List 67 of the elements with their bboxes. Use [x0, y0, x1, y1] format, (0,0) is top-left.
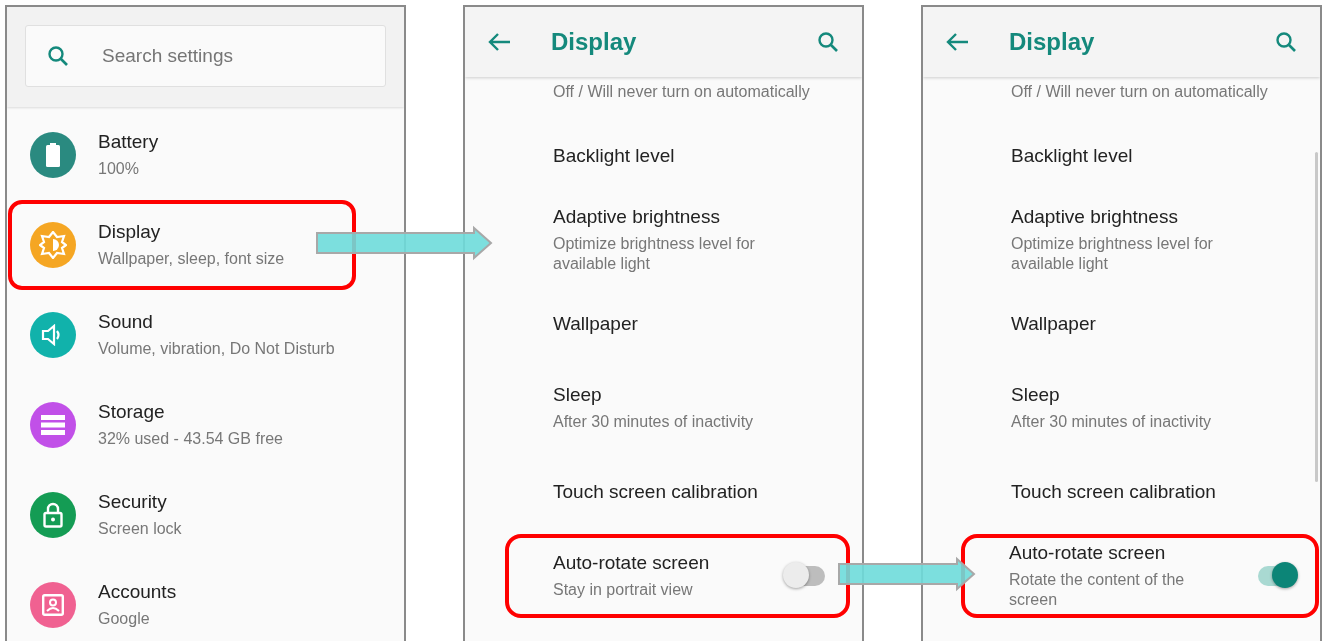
- item-title: Storage: [98, 401, 166, 423]
- item-title: Sleep: [1011, 384, 1061, 406]
- item-title: Sleep: [553, 384, 603, 406]
- search-field[interactable]: Search settings: [100, 44, 344, 68]
- search-icon: [1274, 30, 1298, 54]
- settings-item[interactable]: Storage 32% used - 43.54 GB free: [8, 380, 401, 470]
- item-subtitle: Rotate the content of the screen: [1009, 570, 1186, 610]
- item-title: Sound: [98, 311, 154, 333]
- item-title: Adaptive brightness: [1011, 206, 1179, 228]
- padlock-icon: [43, 502, 63, 528]
- item-subtitle: Volume, vibration, Do Not Disturb: [98, 339, 336, 359]
- search-icon: [46, 44, 70, 68]
- settings-item[interactable]: Auto-rotate screen Rotate the content of the screen: [961, 534, 1319, 618]
- settings-item[interactable]: Touch screen calibration: [963, 450, 1308, 534]
- item-title: Auto-rotate screen: [553, 552, 711, 574]
- settings-item[interactable]: Battery 100%: [8, 110, 401, 200]
- account-icon: [42, 594, 64, 616]
- item-subtitle: Stay in portrait view: [553, 580, 694, 600]
- battery-icon: [46, 143, 60, 167]
- item-subtitle: Optimize brightness level for available light: [1011, 234, 1214, 274]
- settings-item[interactable]: Wallpaper: [505, 282, 850, 366]
- item-title: Wallpaper: [553, 313, 639, 335]
- settings-item[interactable]: Backlight level: [963, 114, 1308, 198]
- settings-item[interactable]: Adaptive brightness Optimize brightness level for available light: [963, 198, 1308, 282]
- search-button[interactable]: [816, 30, 840, 54]
- item-subtitle: Off / Will never turn on automatically: [1010, 82, 1269, 102]
- item-subtitle: 100%: [98, 159, 140, 179]
- settings-item[interactable]: Wallpaper: [963, 282, 1308, 366]
- item-subtitle: After 30 minutes of inactivity: [1011, 412, 1213, 432]
- item-title: Touch screen calibration: [553, 481, 759, 503]
- item-title: Backlight level: [553, 145, 676, 167]
- item-subtitle: Screen lock: [98, 519, 183, 539]
- settings-item[interactable]: Sound Volume, vibration, Do Not Disturb: [8, 290, 401, 380]
- settings-item[interactable]: Touch screen calibration: [505, 450, 850, 534]
- settings-item[interactable]: Auto-rotate screen Stay in portrait view: [505, 534, 850, 618]
- settings-item[interactable]: Backlight level: [505, 114, 850, 198]
- brightness-icon: [39, 231, 67, 259]
- settings-item[interactable]: Security Screen lock: [8, 470, 401, 560]
- item-title: Wallpaper: [1011, 313, 1097, 335]
- back-button[interactable]: [945, 32, 969, 52]
- settings-item[interactable]: Adaptive brightness Optimize brightness level for available light: [505, 198, 850, 282]
- settings-item[interactable]: Sleep After 30 minutes of inactivity: [963, 366, 1308, 450]
- item-subtitle: Google: [98, 609, 151, 629]
- item-title: Adaptive brightness: [553, 206, 721, 228]
- screen-title: Display: [551, 28, 638, 56]
- storage-icon: [41, 415, 65, 435]
- settings-item[interactable]: Accounts Google: [8, 560, 401, 641]
- item-title: Security: [98, 491, 168, 513]
- item-subtitle: Wallpaper, sleep, font size: [98, 249, 286, 269]
- item-title: Auto-rotate screen: [1009, 542, 1167, 564]
- item-subtitle: Optimize brightness level for available light: [553, 234, 756, 274]
- search-button[interactable]: [1274, 30, 1298, 54]
- settings-item[interactable]: Sleep After 30 minutes of inactivity: [505, 366, 850, 450]
- search-icon: [816, 30, 840, 54]
- back-button[interactable]: [487, 32, 511, 52]
- screen-title: Display: [1009, 28, 1096, 56]
- item-title: Accounts: [98, 581, 178, 603]
- item-subtitle: 32% used - 43.54 GB free: [98, 429, 284, 449]
- back-arrow-icon: [945, 32, 969, 52]
- item-subtitle: Off / Will never turn on automatically: [552, 82, 811, 102]
- item-subtitle: After 30 minutes of inactivity: [553, 412, 755, 432]
- item-title: Battery: [98, 131, 160, 153]
- back-arrow-icon: [487, 32, 511, 52]
- item-title: Backlight level: [1011, 145, 1134, 167]
- item-title: Touch screen calibration: [1011, 481, 1217, 503]
- search-bar[interactable]: Search settings: [25, 25, 386, 87]
- item-title: Display: [98, 221, 162, 243]
